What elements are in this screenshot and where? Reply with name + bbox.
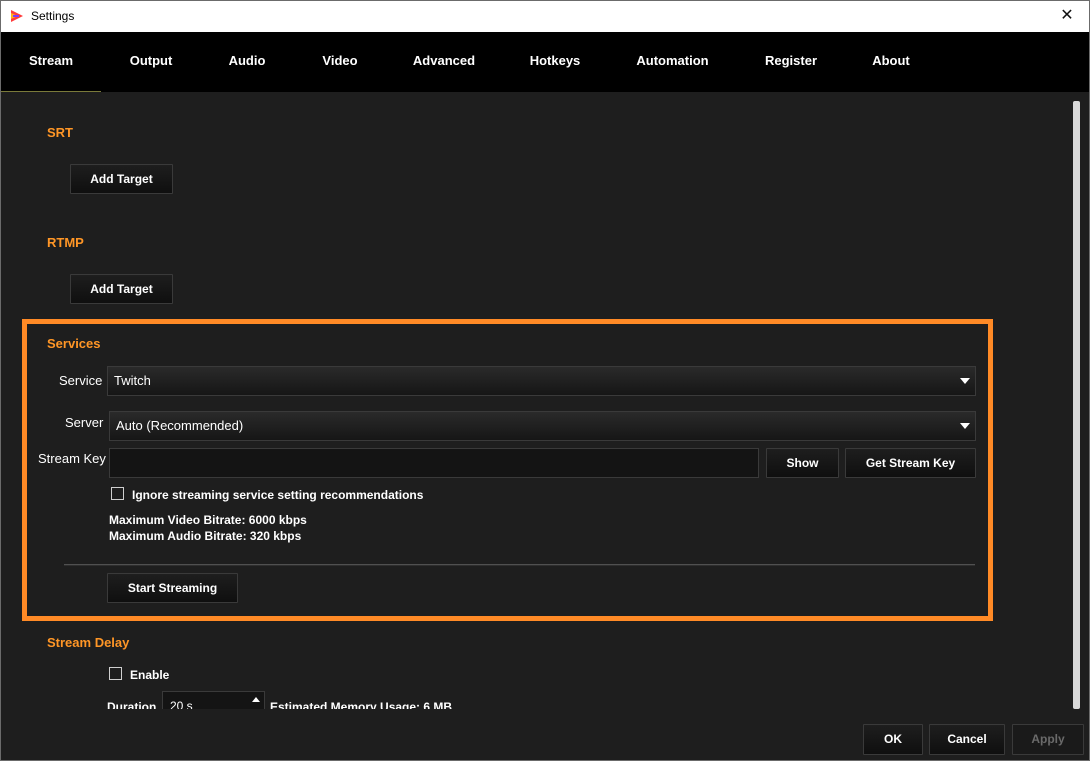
stream-key-label: Stream Key [38,451,106,466]
service-select-value: Twitch [114,373,151,388]
settings-window: Settings ✕ Stream Output Audio Video Adv… [0,0,1090,761]
cancel-button[interactable]: Cancel [929,724,1005,755]
tab-hotkeys[interactable]: Hotkeys [520,32,590,92]
scrollbar-thumb[interactable] [1073,101,1080,709]
service-label: Service [59,373,103,388]
tab-about[interactable]: About [861,32,921,92]
caret-down-icon [960,378,970,384]
srt-title: SRT [47,125,73,140]
ok-button[interactable]: OK [863,724,923,755]
dialog-footer: OK Cancel Apply [1,709,1089,760]
max-video-bitrate: Maximum Video Bitrate: 6000 kbps [109,513,307,527]
tab-bar: Stream Output Audio Video Advanced Hotke… [1,32,1089,92]
ignore-recommendations-checkbox[interactable] [111,487,124,500]
show-stream-key-button[interactable]: Show [766,448,839,478]
stream-delay-enable-checkbox[interactable] [109,667,122,680]
tab-audio[interactable]: Audio [217,32,277,92]
caret-down-icon [960,423,970,429]
rtmp-add-target-button[interactable]: Add Target [70,274,173,304]
server-label: Server [65,415,104,430]
tab-stream[interactable]: Stream [1,32,101,92]
spin-up-icon[interactable] [252,697,260,702]
server-select[interactable]: Auto (Recommended) [109,411,976,441]
tab-video[interactable]: Video [310,32,370,92]
get-stream-key-button[interactable]: Get Stream Key [845,448,976,478]
services-divider [64,564,975,566]
stream-delay-enable-label: Enable [130,668,170,682]
window-title: Settings [31,9,75,23]
tab-output[interactable]: Output [111,32,191,92]
apply-button[interactable]: Apply [1012,724,1084,755]
server-select-value: Auto (Recommended) [116,418,244,433]
app-logo-icon [11,10,23,22]
ignore-recommendations-label: Ignore streaming service setting recomme… [132,488,424,502]
close-icon[interactable]: ✕ [1045,1,1089,32]
tab-register[interactable]: Register [756,32,826,92]
start-streaming-button[interactable]: Start Streaming [107,573,238,603]
service-select[interactable]: Twitch [107,366,976,396]
tab-automation[interactable]: Automation [625,32,720,92]
rtmp-title: RTMP [47,235,84,250]
services-title: Services [47,336,101,351]
srt-add-target-button[interactable]: Add Target [70,164,173,194]
max-audio-bitrate: Maximum Audio Bitrate: 320 kbps [109,529,302,543]
title-bar: Settings ✕ [1,1,1089,32]
stream-delay-title: Stream Delay [47,635,130,650]
tab-advanced[interactable]: Advanced [404,32,484,92]
stream-key-input[interactable] [109,448,759,478]
